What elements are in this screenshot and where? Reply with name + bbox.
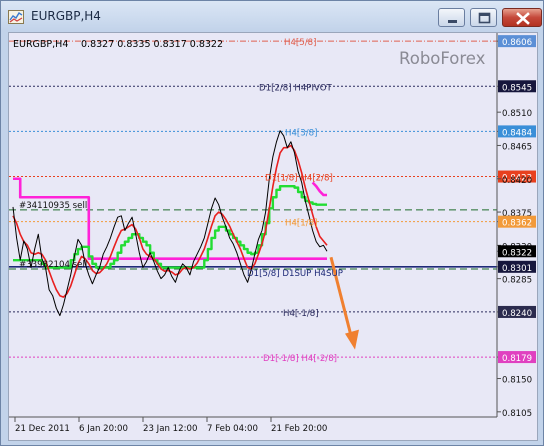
y-tick-label-11: 0.8301 (502, 264, 532, 274)
level-label-1: D1[2/8] H4PIVOT (259, 83, 332, 93)
order-label-1: #33982104 sell (19, 260, 87, 270)
x-tick-label-0: 21 Dec 2011 (15, 424, 70, 434)
y-tick-label-2: 0.8510 (502, 109, 532, 119)
window-title: EURGBP,H4 (31, 9, 101, 23)
price-axis: 0.86060.85450.85100.84840.84650.84230.84… (497, 35, 536, 419)
x-tick-label-3: 7 Feb 04:00 (207, 424, 258, 434)
y-tick-label-13: 0.8240 (502, 309, 532, 319)
y-tick-label-6: 0.8420 (502, 176, 532, 186)
restore-button[interactable] (470, 8, 497, 27)
y-tick-label-1: 0.8545 (502, 83, 532, 93)
y-tick-label-0: 0.8606 (502, 38, 532, 48)
y-tick-label-12: 0.8285 (502, 276, 532, 286)
order-label-0: #34110935 sell (19, 201, 87, 211)
y-tick-label-16: 0.8105 (502, 409, 532, 419)
y-tick-label-15: 0.8150 (502, 376, 532, 386)
y-tick-label-14: 0.8179 (502, 354, 532, 364)
close-icon (516, 12, 530, 25)
broker-watermark: RoboForex (399, 49, 486, 68)
y-tick-label-8: 0.8362 (502, 219, 532, 229)
level-label-0: H4[5/8] (284, 38, 316, 48)
y-tick-label-10: 0.8322 (502, 248, 532, 258)
window-titlebar[interactable]: EURGBP,H4 (1, 1, 543, 31)
x-tick-label-1: 6 Jan 20:00 (79, 424, 128, 434)
chart-app-icon (8, 10, 24, 24)
close-button[interactable] (502, 8, 542, 27)
y-tick-label-4: 0.8465 (502, 142, 532, 152)
ohlc-values: 0.8327 0.8335 0.8317 0.8322 (81, 39, 223, 50)
symbol-label: EURGBP,H4 (13, 39, 68, 50)
level-label-3: D1[1/8] H4[2/8] (265, 174, 333, 184)
level-label-6: H4[-1/8] (283, 309, 319, 319)
price-chart[interactable]: H4[5/8] D1[2/8] H4PIVOT H4[3/8] D1[1/8] H4[… (9, 33, 537, 440)
level-label-7: D1[-1/8] H4[-2/8] (263, 354, 337, 364)
chart-area[interactable]: H4[5/8] D1[2/8] H4PIVOT H4[3/8] D1[1/8] H4[… (8, 32, 538, 441)
minimize-icon (448, 20, 457, 23)
x-tick-label-2: 23 Jan 12:00 (143, 424, 197, 434)
level-label-2: H4[3/8] (285, 128, 317, 138)
y-tick-label-3: 0.8484 (502, 128, 532, 138)
x-tick-label-4: 21 Feb 20:00 (271, 424, 327, 434)
chart-window: EURGBP,H4 H4[5/8] D1[2/8] H4PIVOT H4[3/8] D… (0, 0, 544, 446)
restore-icon (478, 12, 491, 24)
level-label-5: D1[5/8] D1SUP H4SUP (247, 269, 343, 279)
level-label-4: H4[1/8] (285, 219, 317, 229)
minimize-button[interactable] (438, 8, 465, 27)
